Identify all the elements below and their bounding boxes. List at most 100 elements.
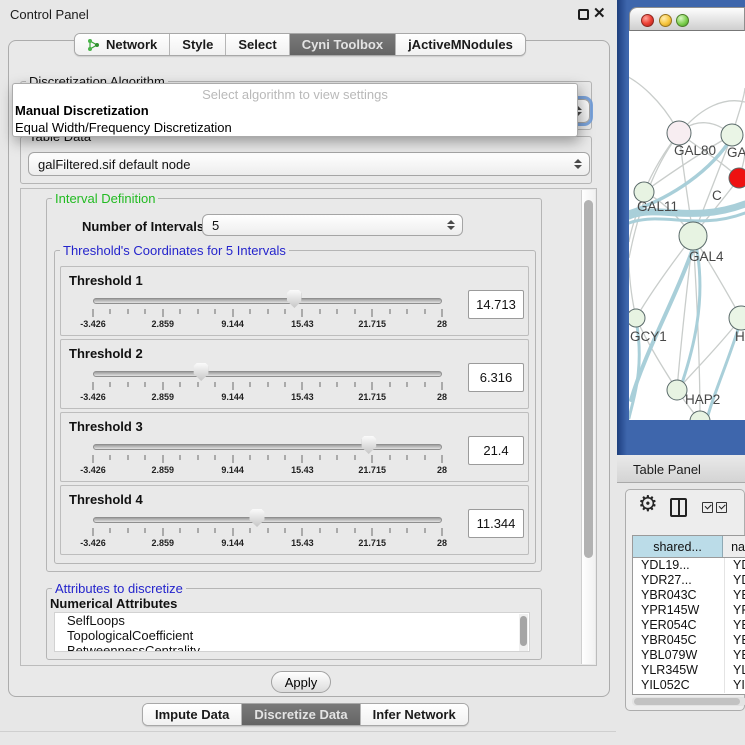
network-node[interactable]	[679, 222, 707, 250]
threshold-slider[interactable]: -3.4262.8599.14415.4321.71528	[93, 413, 442, 483]
slider-tick	[145, 382, 146, 387]
tab-cyni-toolbox[interactable]: Cyni Toolbox	[290, 34, 396, 55]
split-columns-icon[interactable]	[670, 498, 687, 517]
slider-thumb[interactable]	[250, 509, 265, 527]
column-header-shared-name[interactable]: shared...	[633, 536, 723, 557]
slider-thumb[interactable]	[287, 290, 302, 308]
network-node[interactable]	[667, 121, 691, 145]
tick-label: 9.144	[221, 538, 244, 548]
slider-tick	[442, 528, 443, 536]
table-row[interactable]: YPR145WYPR1	[633, 603, 745, 618]
node-label: HAP2	[685, 392, 720, 407]
horizontal-scrollbar[interactable]	[632, 697, 745, 706]
slider-track[interactable]	[93, 517, 442, 523]
network-node[interactable]	[721, 124, 743, 146]
tab-select[interactable]: Select	[226, 34, 289, 55]
tick-label: 28	[437, 319, 447, 329]
table-row[interactable]: YER054CYER0	[633, 618, 745, 633]
slider-tick	[284, 382, 285, 387]
network-canvas[interactable]: GAL80GACGAL11GAL4GCY1HAHAP2	[617, 0, 745, 455]
gear-icon[interactable]: ⚙	[638, 493, 658, 515]
dropdown-item-equal-width-frequency[interactable]: Equal Width/Frequency Discretization	[13, 119, 577, 136]
slider-tick	[110, 455, 111, 460]
table-data-combobox[interactable]: galFiltered.sif default node	[28, 152, 590, 176]
slider-tick	[267, 455, 268, 460]
tick-label: 21.715	[358, 392, 386, 402]
network-node[interactable]	[667, 380, 687, 400]
node-label: HA	[735, 329, 745, 344]
scrollbar-thumb[interactable]	[520, 616, 527, 646]
list-item[interactable]: BetweennessCentrality	[55, 643, 529, 652]
cell: YPR1	[725, 603, 745, 618]
list-item[interactable]: SelfLoops	[55, 613, 529, 628]
zoom-traffic-light[interactable]	[676, 14, 689, 27]
tab-impute-data[interactable]: Impute Data	[143, 704, 242, 725]
slider-tick	[302, 528, 303, 536]
slider-tick	[372, 382, 373, 390]
table-row[interactable]: YDR27...YDR2	[633, 573, 745, 588]
minimize-traffic-light[interactable]	[659, 14, 672, 27]
checkbox-icon[interactable]	[702, 502, 713, 513]
number-of-intervals-combobox[interactable]: 5	[202, 214, 463, 236]
tick-label: 2.859	[152, 319, 175, 329]
cell: YIL0	[725, 678, 745, 693]
slider-track[interactable]	[93, 444, 442, 450]
vertical-scrollbar[interactable]	[581, 190, 595, 664]
combo-arrows-icon	[447, 220, 455, 230]
list-item[interactable]: TopologicalCoefficient	[55, 628, 529, 643]
tick-label: 28	[437, 465, 447, 475]
control-panel-tabs: Network Style Select Cyni Toolbox jActiv…	[74, 33, 526, 56]
slider-tick	[127, 528, 128, 533]
table-row[interactable]: YBR043CYBR0	[633, 588, 745, 603]
tab-network[interactable]: Network	[75, 34, 170, 55]
slider-track[interactable]	[93, 371, 442, 377]
apply-button[interactable]: Apply	[271, 671, 331, 693]
cell: YER0	[725, 618, 745, 633]
slider-track[interactable]	[93, 298, 442, 304]
cell: YDL19...	[633, 558, 725, 573]
table-header-row: shared... na	[633, 536, 745, 558]
slider-tick	[354, 455, 355, 460]
tab-jactivemnodules[interactable]: jActiveMNodules	[396, 34, 525, 55]
threshold-value-field[interactable]	[468, 436, 524, 465]
tab-style[interactable]: Style	[170, 34, 226, 55]
cell: YBR0	[725, 588, 745, 603]
tab-discretize-data[interactable]: Discretize Data	[242, 704, 360, 725]
table-row[interactable]: YBL079WYBL0	[633, 648, 745, 663]
slider-tick	[162, 309, 163, 317]
tick-label: 9.144	[221, 319, 244, 329]
slider-thumb[interactable]	[361, 436, 376, 454]
checkbox-icon[interactable]	[716, 502, 727, 513]
threshold-slider[interactable]: -3.4262.8599.14415.4321.71528	[93, 340, 442, 410]
close-traffic-light[interactable]	[641, 14, 654, 27]
slider-tick	[424, 528, 425, 533]
table-row[interactable]: YDL19...YDL1	[633, 558, 745, 573]
threshold-value-field[interactable]	[468, 290, 524, 319]
network-node[interactable]	[729, 168, 745, 188]
tick-label: 15.43	[291, 392, 314, 402]
network-node[interactable]	[690, 411, 710, 431]
table-row[interactable]: YBR045CYBR0	[633, 633, 745, 648]
slider-tick	[284, 455, 285, 460]
scrollbar-thumb[interactable]	[584, 200, 593, 558]
tab-infer-network[interactable]: Infer Network	[361, 704, 468, 725]
threshold-value-field[interactable]	[468, 363, 524, 392]
table-row[interactable]: YLR345WYLR3	[633, 663, 745, 678]
threshold-value-field[interactable]	[468, 509, 524, 538]
column-header-name[interactable]: na	[723, 536, 745, 557]
tick-label: 2.859	[152, 465, 175, 475]
list-scrollbar[interactable]	[519, 614, 528, 652]
close-icon[interactable]: ✕	[593, 4, 606, 22]
threshold-slider[interactable]: -3.4262.8599.14415.4321.71528	[93, 486, 442, 556]
slider-tick	[145, 528, 146, 533]
network-node[interactable]	[627, 309, 645, 327]
slider-tick	[93, 455, 94, 463]
slider-thumb[interactable]	[194, 363, 209, 381]
float-window-icon[interactable]	[578, 9, 589, 20]
dropdown-item-manual-discretization[interactable]: Manual Discretization	[13, 102, 577, 119]
table-row[interactable]: YIL052CYIL0	[633, 678, 745, 693]
cell: YIL052C	[633, 678, 725, 693]
threshold-slider[interactable]: -3.4262.8599.14415.4321.71528	[93, 267, 442, 337]
cell: YBR043C	[633, 588, 725, 603]
scrollbar-thumb[interactable]	[634, 698, 740, 705]
